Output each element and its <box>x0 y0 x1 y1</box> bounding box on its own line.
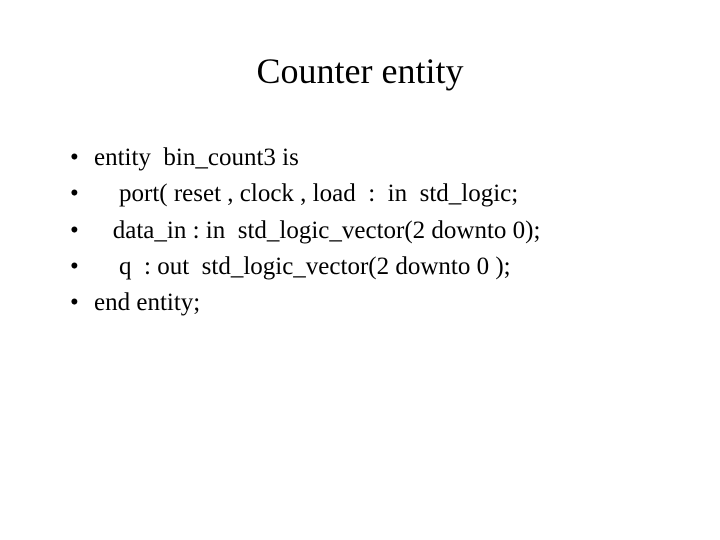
list-item: • port( reset , clock , load : in std_lo… <box>70 176 670 212</box>
list-item: • q : out std_logic_vector(2 downto 0 ); <box>70 249 670 285</box>
bullet-icon: • <box>70 285 94 321</box>
bullet-text: q : out std_logic_vector(2 downto 0 ); <box>94 249 670 285</box>
bullet-text: data_in : in std_logic_vector(2 downto 0… <box>94 213 670 249</box>
bullet-icon: • <box>70 140 94 176</box>
list-item: • entity bin_count3 is <box>70 140 670 176</box>
bullet-icon: • <box>70 249 94 285</box>
list-item: • data_in : in std_logic_vector(2 downto… <box>70 213 670 249</box>
bullet-icon: • <box>70 176 94 212</box>
bullet-text: end entity; <box>94 285 670 321</box>
bullet-text: port( reset , clock , load : in std_logi… <box>94 176 670 212</box>
bullet-icon: • <box>70 213 94 249</box>
list-item: • end entity; <box>70 285 670 321</box>
bullet-list: • entity bin_count3 is • port( reset , c… <box>50 140 670 321</box>
bullet-text: entity bin_count3 is <box>94 140 670 176</box>
slide-title: Counter entity <box>50 50 670 92</box>
